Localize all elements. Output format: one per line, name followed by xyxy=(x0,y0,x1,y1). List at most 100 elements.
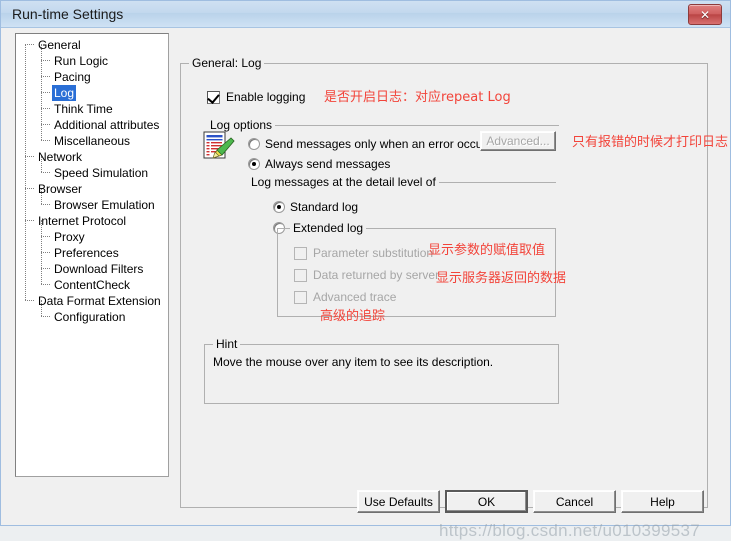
parameter-substitution-checkbox[interactable] xyxy=(294,247,307,260)
tree-item-label: Browser Emulation xyxy=(54,198,155,212)
tree-item-label: ContentCheck xyxy=(54,278,131,292)
enable-logging-label: Enable logging xyxy=(226,90,306,104)
ok-button[interactable]: OK xyxy=(445,490,528,513)
log-document-icon xyxy=(203,131,235,159)
window-title: Run-time Settings xyxy=(12,6,124,22)
tree-dash-icon xyxy=(41,268,50,270)
help-button[interactable]: Help xyxy=(621,490,704,513)
tree-item-preferences[interactable]: Preferences xyxy=(16,245,168,261)
tree-item-label: Download Filters xyxy=(54,262,144,276)
advanced-button[interactable]: Advanced... xyxy=(480,131,556,151)
annotation-1: 是否开启日志：对应repeat Log xyxy=(324,90,511,105)
tree-item-speed-simulation[interactable]: Speed Simulation xyxy=(16,165,168,181)
tree-dash-icon xyxy=(41,172,50,174)
tree-dash-icon xyxy=(41,204,50,206)
tree-dash-icon xyxy=(41,108,50,110)
tree-dash-icon xyxy=(41,140,50,142)
detail-level-group-label: Log messages at the detail level of xyxy=(248,175,439,189)
tree-item-label: Data Format Extension xyxy=(38,294,161,308)
tree-item-label: Pacing xyxy=(54,70,91,84)
tree-item-label: Run Logic xyxy=(54,54,109,68)
annotation-5: 高级的追踪 xyxy=(320,309,386,324)
button-label: Cancel xyxy=(555,494,594,509)
tree-item-label: Miscellaneous xyxy=(54,134,131,148)
tree-dash-icon xyxy=(41,252,50,254)
tree-item-label: Log xyxy=(52,85,77,101)
tree-item-think-time[interactable]: Think Time xyxy=(16,101,168,117)
close-button[interactable]: ✕ xyxy=(688,4,722,25)
tree-item-label: Browser xyxy=(38,182,83,196)
tree-item-run-logic[interactable]: Run Logic xyxy=(16,53,168,69)
tree-item-data-format-extension[interactable]: Data Format Extension xyxy=(16,293,168,309)
tree-item-download-filters[interactable]: Download Filters xyxy=(16,261,168,277)
annotation-3: 显示参数的赋值取值 xyxy=(428,243,546,258)
tree-dash-icon xyxy=(25,188,34,190)
tree-item-miscellaneous[interactable]: Miscellaneous xyxy=(16,133,168,149)
standard-log-label: Standard log xyxy=(290,200,359,214)
runtime-settings-dialog: Run-time Settings ✕ General Run Logic Paci… xyxy=(0,0,731,540)
tree-item-label: Think Time xyxy=(54,102,113,116)
use-defaults-button[interactable]: Use Defaults xyxy=(357,490,440,513)
tree-dash-icon xyxy=(41,316,50,318)
tree-item-log[interactable]: Log xyxy=(16,85,168,101)
annotation-4: 显示服务器返回的数据 xyxy=(436,271,567,286)
always-send-radio[interactable] xyxy=(248,158,260,170)
tree-item-additional-attributes[interactable]: Additional attributes xyxy=(16,117,168,133)
tree-dash-icon xyxy=(41,284,50,286)
dialog-client-area: General Run Logic Pacing Log Think Time Addit… xyxy=(2,28,729,540)
tree-item-internet-protocol[interactable]: Internet Protocol xyxy=(16,213,168,229)
title-bar[interactable]: Run-time Settings ✕ xyxy=(1,1,730,28)
tree-dash-icon xyxy=(25,220,34,222)
tree-dash-icon xyxy=(41,236,50,238)
radio-dot-icon xyxy=(277,205,281,209)
check-icon xyxy=(207,91,220,104)
tree-item-label: Additional attributes xyxy=(54,118,160,132)
tree-dash-icon xyxy=(25,156,34,158)
tree-item-label: Internet Protocol xyxy=(38,214,127,228)
tree-item-label: Speed Simulation xyxy=(54,166,149,180)
tree-item-browser-emulation[interactable]: Browser Emulation xyxy=(16,197,168,213)
annotation-2: 只有报错的时候才打印日志 xyxy=(572,135,729,150)
close-icon: ✕ xyxy=(699,7,711,22)
settings-tree[interactable]: General Run Logic Pacing Log Think Time Addit… xyxy=(15,33,169,477)
data-returned-label: Data returned by server xyxy=(313,268,440,282)
tree-item-browser[interactable]: Browser xyxy=(16,181,168,197)
tree-item-pacing[interactable]: Pacing xyxy=(16,69,168,85)
tree-dash-icon xyxy=(41,92,50,94)
button-label: Use Defaults xyxy=(364,494,433,509)
tree-dash-icon xyxy=(25,44,34,46)
tree-item-label: Network xyxy=(38,150,83,164)
data-returned-checkbox[interactable] xyxy=(294,269,307,282)
parameter-substitution-label: Parameter substitution xyxy=(313,246,434,260)
send-on-error-label: Send messages only when an error occurs xyxy=(265,137,493,151)
hint-text: Move the mouse over any item to see its … xyxy=(213,355,494,369)
enable-logging-checkbox[interactable] xyxy=(207,91,220,104)
general-log-group-label: General: Log xyxy=(189,56,265,70)
extended-log-label: Extended log xyxy=(290,221,367,235)
advanced-trace-label: Advanced trace xyxy=(313,290,397,304)
cancel-button[interactable]: Cancel xyxy=(533,490,616,513)
tree-item-network[interactable]: Network xyxy=(16,149,168,165)
tree-item-label: General xyxy=(38,38,81,52)
tree-item-label: Preferences xyxy=(54,246,119,260)
watermark-text: https://blog.csdn.net/u010399537 xyxy=(439,521,701,540)
tree-item-general[interactable]: General xyxy=(16,37,168,53)
tree-dash-icon xyxy=(41,76,50,78)
dialog-button-bar: Use Defaults OK Cancel Help xyxy=(2,478,729,524)
tree-item-proxy[interactable]: Proxy xyxy=(16,229,168,245)
send-on-error-radio[interactable] xyxy=(248,138,260,150)
always-send-label: Always send messages xyxy=(265,157,391,171)
tree-item-label: Configuration xyxy=(54,310,126,324)
tree-dash-icon xyxy=(41,124,50,126)
hint-group: Hint Move the mouse over any item to see… xyxy=(204,337,559,404)
advanced-trace-checkbox[interactable] xyxy=(294,291,307,304)
radio-dot-icon xyxy=(252,162,256,166)
tree-dash-icon xyxy=(41,60,50,62)
tree-item-configuration[interactable]: Configuration xyxy=(16,309,168,325)
hint-group-label: Hint xyxy=(213,337,241,351)
standard-log-radio[interactable] xyxy=(273,201,285,213)
advanced-button-label: Advanced... xyxy=(486,134,550,148)
tree-item-label: Proxy xyxy=(54,230,85,244)
tree-item-contentcheck[interactable]: ContentCheck xyxy=(16,277,168,293)
button-label: OK xyxy=(477,494,496,509)
